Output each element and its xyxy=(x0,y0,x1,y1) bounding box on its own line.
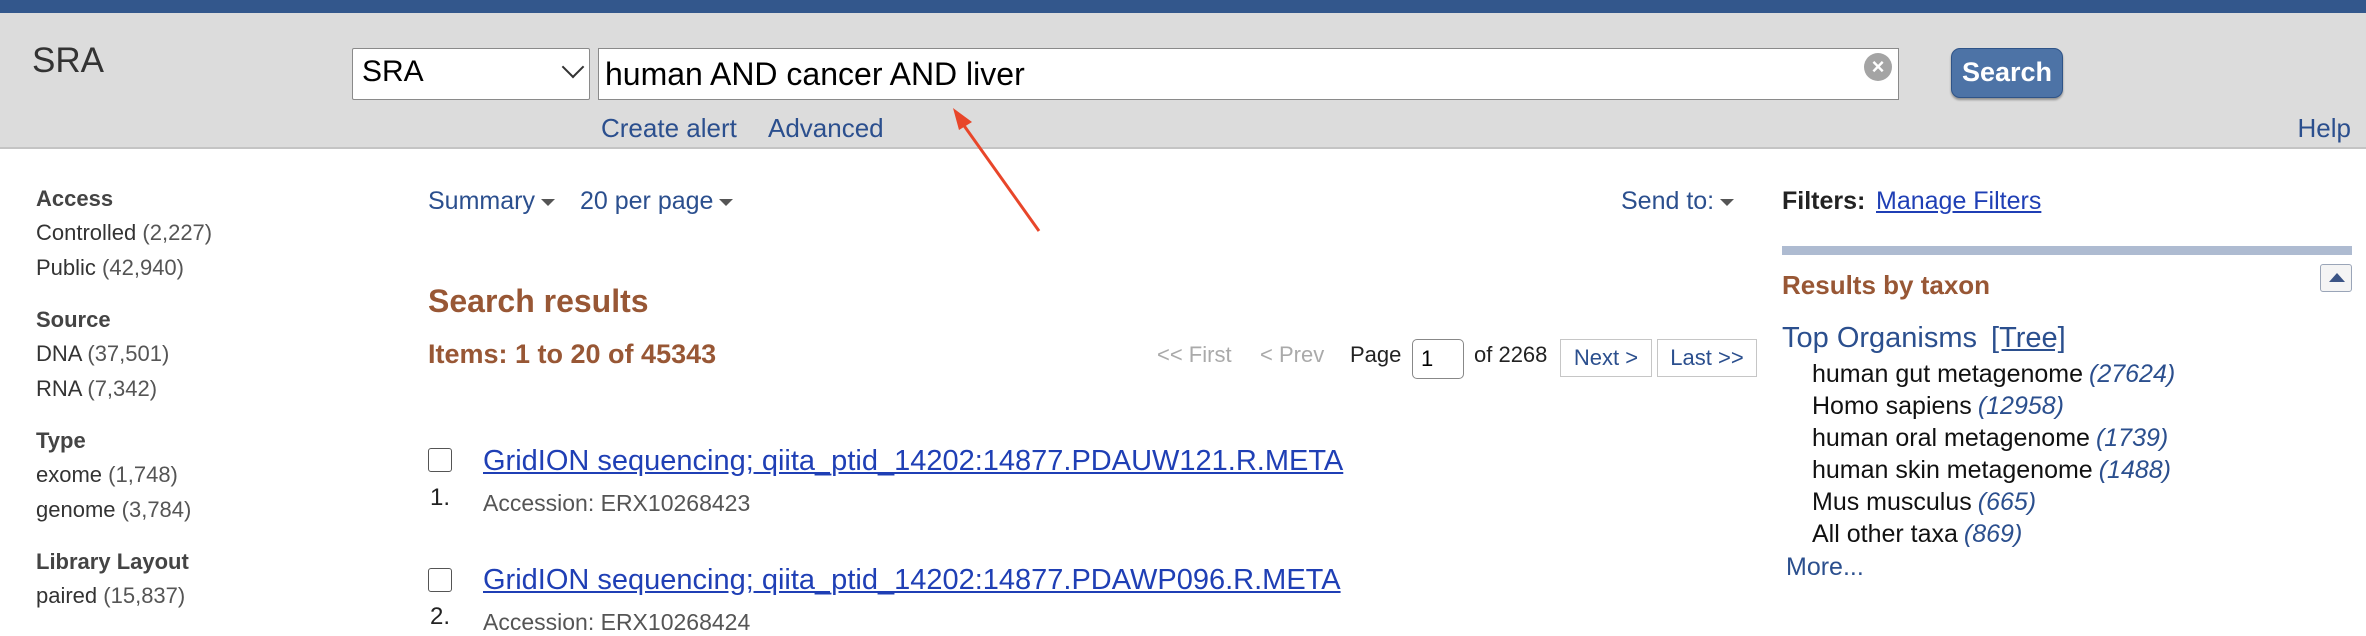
page-total: of 2268 xyxy=(1474,342,1548,367)
facet-title: Library Layout xyxy=(36,549,189,574)
next-page-button[interactable]: Next > xyxy=(1560,339,1652,377)
filters-label: Filters: xyxy=(1782,187,1866,215)
facet-item-controlled[interactable]: Controlled (2,227) xyxy=(36,220,396,246)
result-number: 2. xyxy=(430,603,451,630)
taxon-item[interactable]: human oral metagenome (1739) xyxy=(1812,424,2175,456)
facet-group-source: Source DNA (37,501) RNA (7,342) xyxy=(36,307,396,402)
facet-title: Source xyxy=(36,307,111,332)
result-checkbox[interactable] xyxy=(428,448,452,472)
top-organisms-heading: Top Organisms [Tree] xyxy=(1782,322,2066,355)
facet-group-access: Access Controlled (2,227) Public (42,940… xyxy=(36,186,396,281)
taxon-item[interactable]: Homo sapiens (12958) xyxy=(1812,392,2175,424)
taxon-item[interactable]: All other taxa (869) xyxy=(1812,520,2175,552)
manage-filters-link[interactable]: Manage Filters xyxy=(1876,187,2041,216)
collapse-button[interactable] xyxy=(2320,264,2352,292)
result-accession: Accession: ERX10268424 xyxy=(483,609,751,635)
dropdown-arrow-icon xyxy=(1720,198,1735,206)
facet-group-type: Type exome (1,748) genome (3,784) xyxy=(36,428,396,523)
result-number: 1. xyxy=(430,484,451,511)
facet-item-dna[interactable]: DNA (37,501) xyxy=(36,341,396,367)
taxon-item[interactable]: Mus musculus (665) xyxy=(1812,488,2175,520)
result-title-link[interactable]: GridION sequencing; qiita_ptid_14202:148… xyxy=(483,445,1343,478)
taxon-title: Results by taxon xyxy=(1782,270,1991,300)
more-taxa-link[interactable]: More... xyxy=(1786,553,1864,582)
result-title-link[interactable]: GridION sequencing; qiita_ptid_14202:148… xyxy=(483,564,1341,597)
taxon-list: human gut metagenome (27624) Homo sapiens… xyxy=(1812,360,2175,552)
dropdown-arrow-icon xyxy=(719,198,734,206)
facet-sidebar: Access Controlled (2,227) Public (42,940… xyxy=(36,186,396,635)
per-page-dropdown[interactable]: 20 per page xyxy=(580,187,734,216)
facet-item-paired[interactable]: paired (15,837) xyxy=(36,583,396,609)
facet-title: Type xyxy=(36,428,86,453)
top-organisms-link[interactable]: Top Organisms xyxy=(1782,322,1977,354)
last-page-button[interactable]: Last >> xyxy=(1657,339,1757,377)
items-count: Items: 1 to 20 of 45343 xyxy=(428,339,717,369)
summary-dropdown[interactable]: Summary xyxy=(428,187,555,216)
result-checkbox[interactable] xyxy=(428,568,452,592)
result-accession: Accession: ERX10268423 xyxy=(483,490,751,516)
taxon-header-bar xyxy=(1782,246,2352,255)
send-to-dropdown[interactable]: Send to: xyxy=(1621,187,1735,216)
facet-item-rna[interactable]: RNA (7,342) xyxy=(36,376,396,402)
facet-item-exome[interactable]: exome (1,748) xyxy=(36,462,396,488)
taxon-item[interactable]: human gut metagenome (27624) xyxy=(1812,360,2175,392)
taxon-item[interactable]: human skin metagenome (1488) xyxy=(1812,456,2175,488)
facet-group-library-layout: Library Layout paired (15,837) xyxy=(36,549,396,609)
facet-item-genome[interactable]: genome (3,784) xyxy=(36,497,396,523)
page-label: Page xyxy=(1350,342,1402,367)
prev-page-link[interactable]: < Prev xyxy=(1260,342,1324,378)
facet-title: Access xyxy=(36,186,114,211)
chevron-up-icon xyxy=(2329,273,2345,282)
facet-item-public[interactable]: Public (42,940) xyxy=(36,255,396,281)
tree-link[interactable]: [Tree] xyxy=(1991,322,2066,354)
first-page-link[interactable]: << First xyxy=(1157,342,1232,378)
results-title: Search results xyxy=(428,283,649,319)
dropdown-arrow-icon xyxy=(540,198,555,206)
page-number-input[interactable]: 1 xyxy=(1412,339,1464,379)
